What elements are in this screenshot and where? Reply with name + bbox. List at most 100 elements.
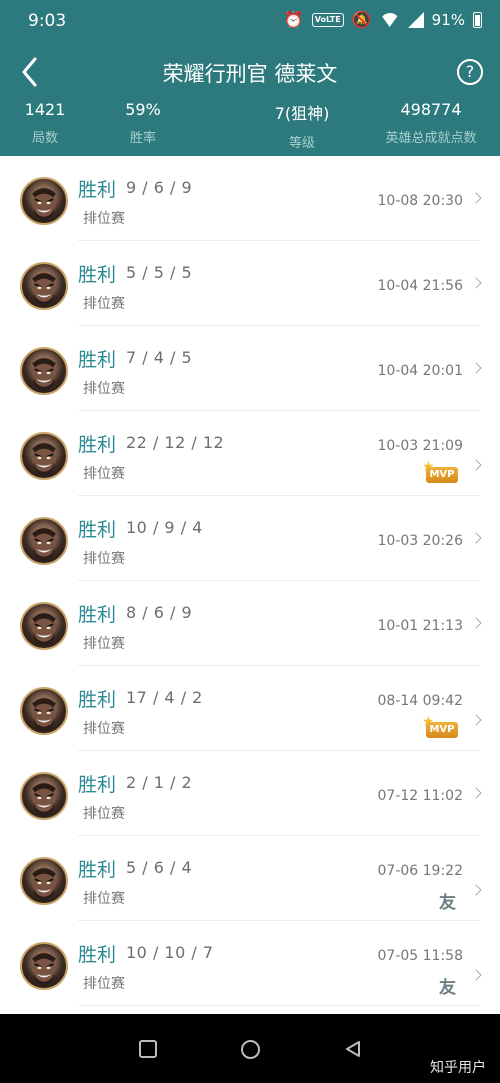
match-kda: 10 / 9 / 4 (126, 518, 203, 537)
watermark-text: 知乎用户 (430, 1060, 486, 1076)
champion-avatar (20, 687, 68, 735)
status-time: 9:03 (28, 11, 67, 31)
chevron-right-icon (470, 532, 482, 544)
chevron-right-icon (470, 617, 482, 629)
app-header: 荣耀行刑官 德莱文 ? 1421 局数 59% 胜率 7(狙神) 等级 4987… (0, 44, 500, 156)
volte-icon: VoLTE (311, 13, 344, 27)
match-mode: 排位赛 (83, 721, 125, 737)
mvp-badge: ★MVP (422, 459, 458, 483)
mute-icon: 🔕 (351, 10, 372, 29)
match-list: 胜利 9 / 6 / 9 排位赛 10-08 20:30 胜利 5 / 5 / 5 排位赛 1… (0, 156, 500, 1006)
back-triangle-icon[interactable] (344, 1040, 362, 1058)
chevron-right-icon (470, 277, 482, 289)
match-time: 08-14 09:42 (377, 693, 463, 709)
match-time: 10-04 20:01 (377, 363, 463, 379)
champion-avatar (20, 602, 68, 650)
home-icon[interactable] (241, 1040, 260, 1059)
match-kda: 10 / 10 / 7 (126, 943, 214, 962)
match-mode: 排位赛 (83, 806, 125, 822)
stat-label: 局数 (31, 131, 58, 146)
match-mode: 排位赛 (83, 891, 125, 907)
match-time: 07-12 11:02 (377, 788, 463, 804)
match-result: 胜利 (78, 774, 117, 796)
chevron-right-icon (470, 714, 482, 726)
stat-games: 1421 局数 (22, 100, 68, 146)
match-mode: 排位赛 (83, 636, 125, 652)
match-row[interactable]: 胜利 5 / 5 / 5 排位赛 10-04 21:56 (0, 241, 500, 326)
champion-avatar (20, 262, 68, 310)
match-kda: 2 / 1 / 2 (126, 773, 193, 792)
match-kda: 5 / 5 / 5 (126, 263, 193, 282)
chevron-right-icon (470, 459, 482, 471)
match-time: 10-03 20:26 (377, 533, 463, 549)
system-nav-bar: 知乎用户 (0, 1014, 500, 1083)
mvp-label: MVP (426, 722, 458, 738)
match-row[interactable]: 胜利 22 / 12 / 12排位赛 10-03 21:09 ★MVP (0, 411, 500, 496)
champion-avatar (20, 942, 68, 990)
match-time: 10-03 21:09 (377, 438, 463, 454)
match-mode: 排位赛 (83, 466, 125, 482)
match-row[interactable]: 胜利 17 / 4 / 2排位赛 08-14 09:42 ★MVP (0, 666, 500, 751)
stat-achievement: 498774 英雄总成就点数 (378, 100, 484, 146)
champion-avatar (20, 517, 68, 565)
match-row[interactable]: 胜利 2 / 1 / 2 排位赛 07-12 11:02 (0, 751, 500, 836)
match-result: 胜利 (78, 859, 117, 881)
wifi-icon (379, 13, 400, 27)
match-mode: 排位赛 (83, 211, 125, 227)
match-result: 胜利 (78, 264, 117, 286)
match-result: 胜利 (78, 349, 117, 371)
match-row[interactable]: 胜利 10 / 10 / 7 排位赛 07-05 11:58 友 (0, 921, 500, 1006)
battery-percent: 91% (431, 11, 465, 29)
stat-value: 498774 (400, 100, 462, 119)
mvp-label: MVP (426, 467, 458, 483)
match-mode: 排位赛 (83, 976, 125, 992)
chevron-right-icon (470, 192, 482, 204)
match-row[interactable]: 胜利 5 / 6 / 4 排位赛 07-06 19:22 友 (0, 836, 500, 921)
match-kda: 7 / 4 / 5 (126, 348, 193, 367)
champion-avatar (20, 772, 68, 820)
champion-avatar (20, 177, 68, 225)
stats-summary: 1421 局数 59% 胜率 7(狙神) 等级 498774 英雄总成就点数 (0, 100, 500, 152)
friend-badge: 友 (439, 978, 456, 998)
match-row[interactable]: 胜利 8 / 6 / 9 排位赛 10-01 21:13 (0, 581, 500, 666)
mvp-badge: ★MVP (422, 714, 458, 738)
match-time: 07-06 19:22 (377, 863, 463, 879)
match-result: 胜利 (78, 604, 117, 626)
stat-level: 7(狙神) 等级 (262, 100, 342, 151)
match-result: 胜利 (78, 944, 117, 966)
recents-icon[interactable] (139, 1040, 157, 1058)
chevron-right-icon (470, 969, 482, 981)
champion-avatar (20, 432, 68, 480)
stat-label: 等级 (288, 136, 315, 151)
match-time: 10-04 21:56 (377, 278, 463, 294)
match-kda: 8 / 6 / 9 (126, 603, 193, 622)
match-row[interactable]: 胜利 7 / 4 / 5 排位赛 10-04 20:01 (0, 326, 500, 411)
page-title: 荣耀行刑官 德莱文 (162, 62, 338, 86)
battery-icon (473, 12, 482, 28)
match-mode: 排位赛 (83, 296, 125, 312)
stat-label: 胜率 (129, 131, 156, 146)
match-result: 胜利 (78, 434, 117, 456)
match-result: 胜利 (78, 689, 117, 711)
match-time: 10-08 20:30 (377, 193, 463, 209)
match-result: 胜利 (78, 519, 117, 541)
stat-value: 7(狙神) (274, 104, 330, 123)
match-kda: 9 / 6 / 9 (126, 178, 193, 197)
stat-value: 59% (125, 100, 161, 119)
stat-winrate: 59% 胜率 (118, 100, 168, 146)
match-kda: 17 / 4 / 2 (126, 688, 203, 707)
status-icons: ⏰ VoLTE 🔕 91% (284, 10, 482, 30)
status-bar: 9:03 ⏰ VoLTE 🔕 91% (0, 0, 500, 44)
chevron-right-icon (470, 884, 482, 896)
help-icon[interactable]: ? (457, 59, 483, 85)
alarm-icon: ⏰ (283, 10, 304, 29)
match-kda: 5 / 6 / 4 (126, 858, 193, 877)
match-time: 07-05 11:58 (377, 948, 463, 964)
match-row[interactable]: 胜利 10 / 9 / 4 排位赛 10-03 20:26 (0, 496, 500, 581)
match-row[interactable]: 胜利 9 / 6 / 9 排位赛 10-08 20:30 (0, 156, 500, 241)
chevron-right-icon (470, 362, 482, 374)
friend-badge: 友 (439, 893, 456, 913)
champion-avatar (20, 347, 68, 395)
stat-label: 英雄总成就点数 (385, 131, 477, 146)
chevron-right-icon (470, 787, 482, 799)
